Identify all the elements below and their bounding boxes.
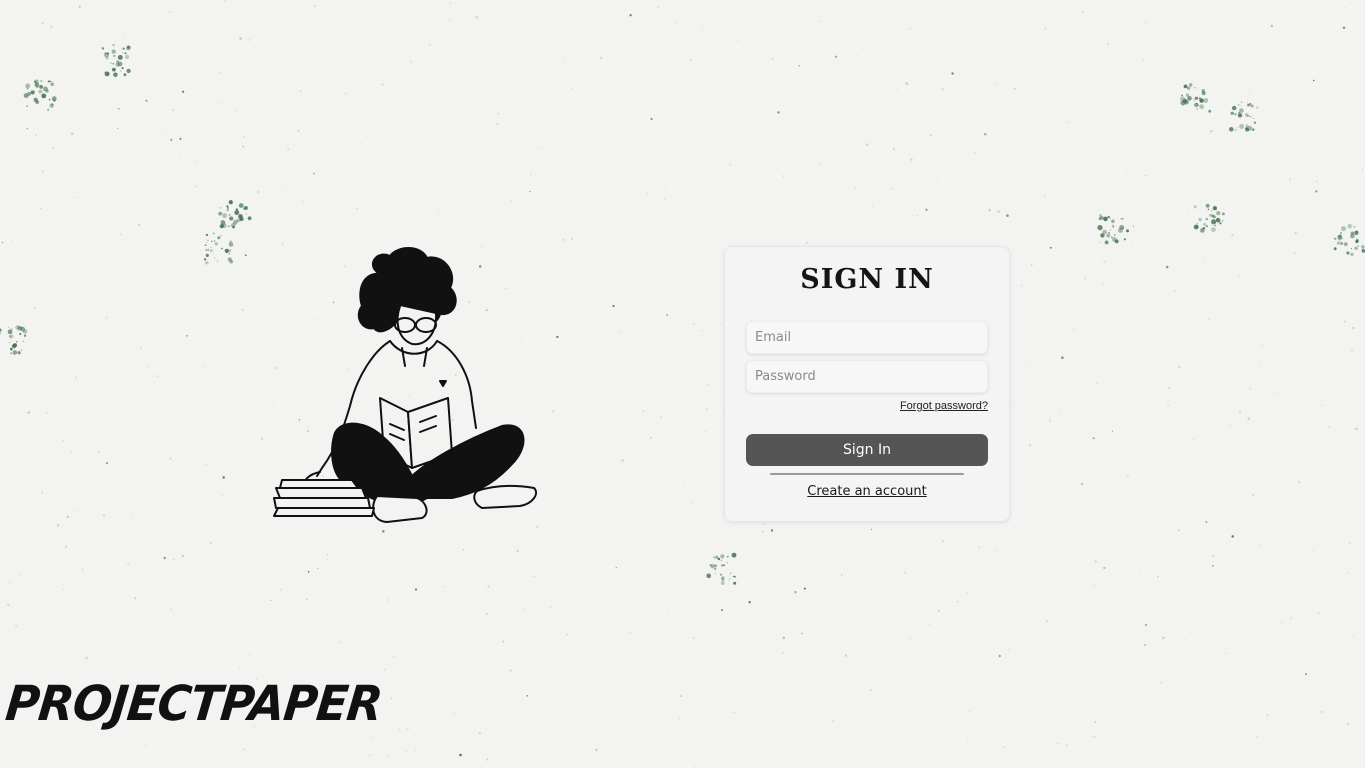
signin-button[interactable]: Sign In: [746, 434, 988, 466]
paper-texture-background: [0, 0, 1365, 767]
divider: [770, 473, 964, 475]
password-field[interactable]: [746, 360, 988, 393]
forgot-password-link[interactable]: Forgot password?: [900, 400, 988, 412]
signin-title: SIGN IN: [800, 264, 934, 295]
projectpaper-logo: PROJECTPAPER: [3, 674, 385, 732]
email-field[interactable]: [746, 321, 988, 354]
signin-page: SIGN IN Forgot password? Sign In Create …: [0, 0, 1365, 768]
create-account-link[interactable]: Create an account: [724, 484, 1010, 499]
girl-reading-book-illustration: [273, 247, 538, 523]
